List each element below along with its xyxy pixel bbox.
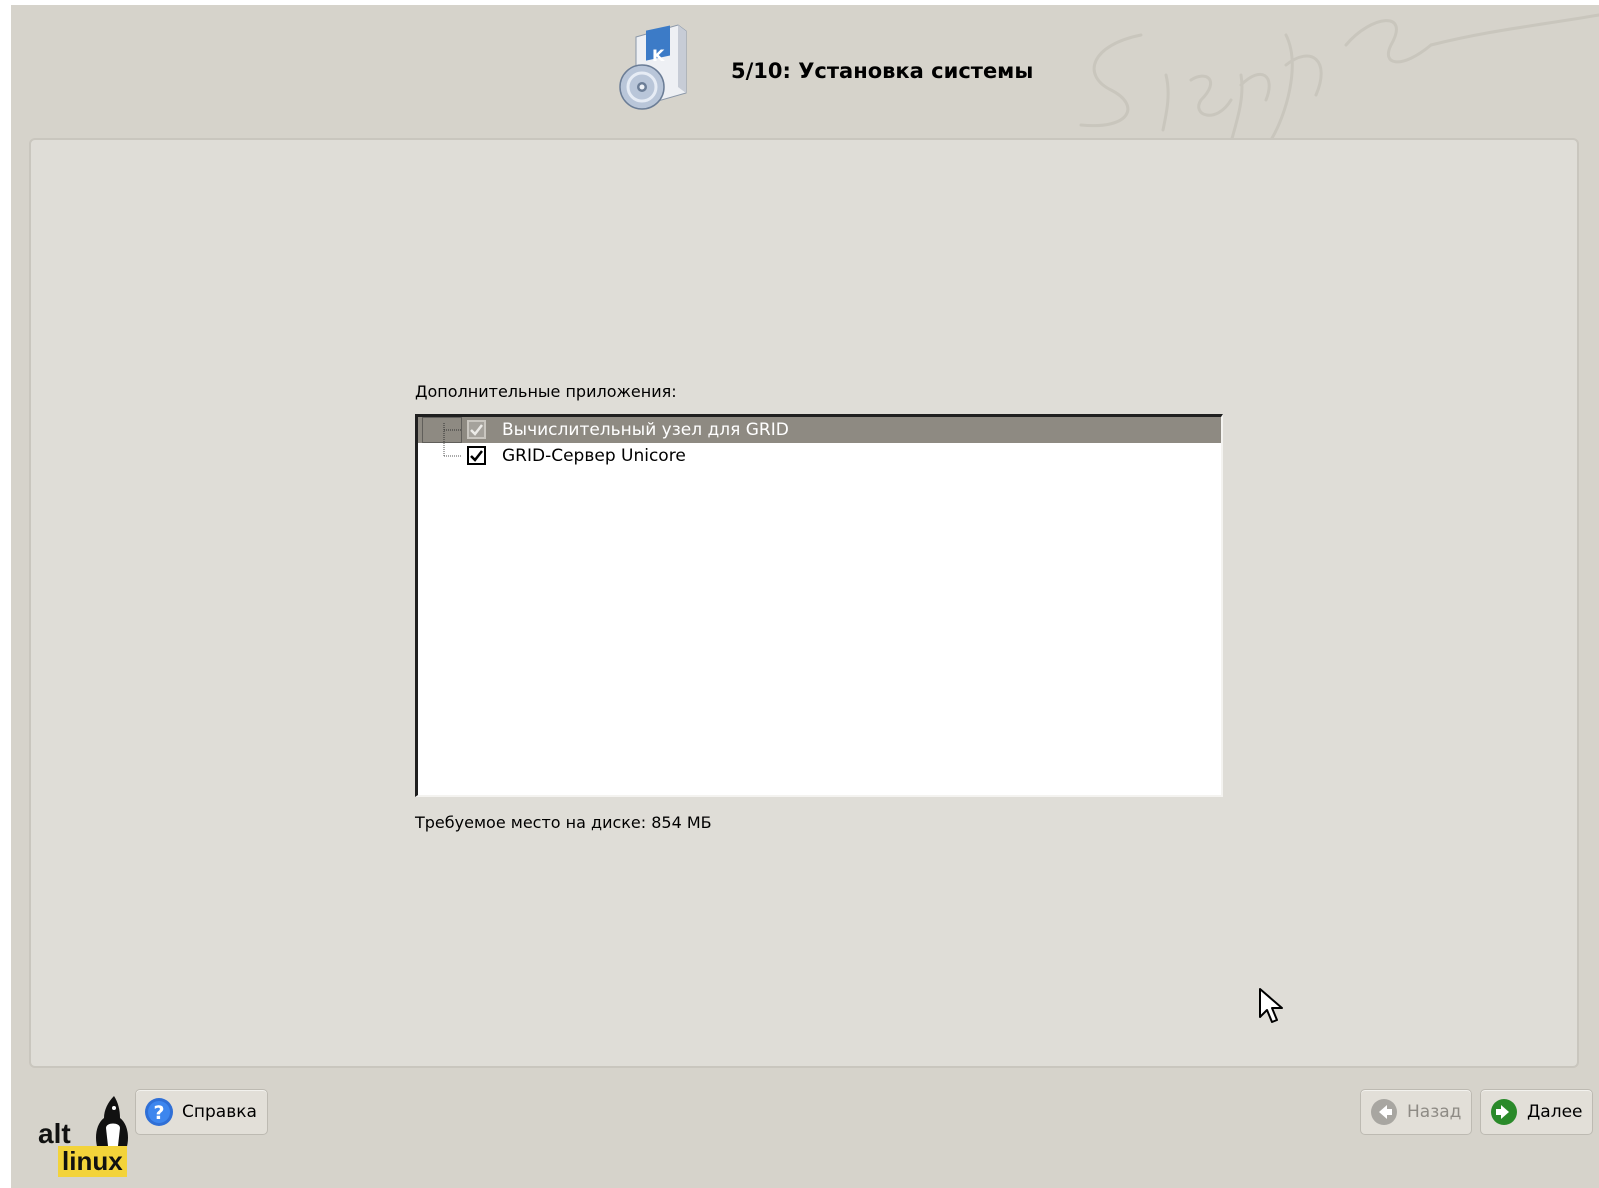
- penguin-icon: [96, 1096, 128, 1150]
- back-button[interactable]: Назад: [1360, 1089, 1473, 1135]
- question-circle-icon: ?: [145, 1098, 173, 1126]
- tree-connector: [443, 443, 462, 457]
- tree-item-label: GRID-Сервер Unicore: [502, 446, 686, 466]
- tree-item-grid-compute-node[interactable]: Вычислительный узел для GRID: [418, 417, 1221, 443]
- next-button[interactable]: Далее: [1480, 1089, 1594, 1135]
- svg-text:?: ?: [153, 1102, 164, 1124]
- checkmark-icon: [470, 424, 483, 436]
- help-button[interactable]: ? Справка: [135, 1089, 268, 1135]
- checkbox-grid-server-unicore[interactable]: [467, 446, 486, 465]
- installer-package-cd-icon: K: [619, 24, 687, 110]
- tree-item-label: Вычислительный узел для GRID: [502, 420, 789, 440]
- applications-tree-list[interactable]: Вычислительный узел для GRID GRID-Сервер…: [415, 414, 1223, 797]
- mouse-pointer-icon: [1259, 988, 1283, 1023]
- svg-text:K: K: [652, 46, 665, 65]
- disk-space-required: Требуемое место на диске: 854 МБ: [415, 813, 712, 832]
- checkmark-icon: [470, 450, 483, 462]
- next-button-label: Далее: [1527, 1102, 1583, 1122]
- checkbox-grid-compute-node[interactable]: [467, 420, 486, 439]
- installer-screen: K 5/10: Установка системы Дополнительные…: [11, 5, 1599, 1188]
- tree-item-grid-server-unicore[interactable]: GRID-Сервер Unicore: [418, 443, 1221, 469]
- help-button-label: Справка: [182, 1102, 257, 1122]
- arrow-left-circle-icon: [1371, 1099, 1397, 1125]
- back-button-label: Назад: [1407, 1102, 1462, 1122]
- section-label: Дополнительные приложения:: [415, 382, 677, 401]
- alt-linux-logo: alt linux: [38, 1094, 138, 1177]
- logo-text-linux: linux: [58, 1146, 127, 1177]
- tree-connector: [422, 417, 462, 443]
- page-title: 5/10: Установка системы: [731, 59, 1034, 83]
- arrow-right-circle-icon: [1491, 1099, 1517, 1125]
